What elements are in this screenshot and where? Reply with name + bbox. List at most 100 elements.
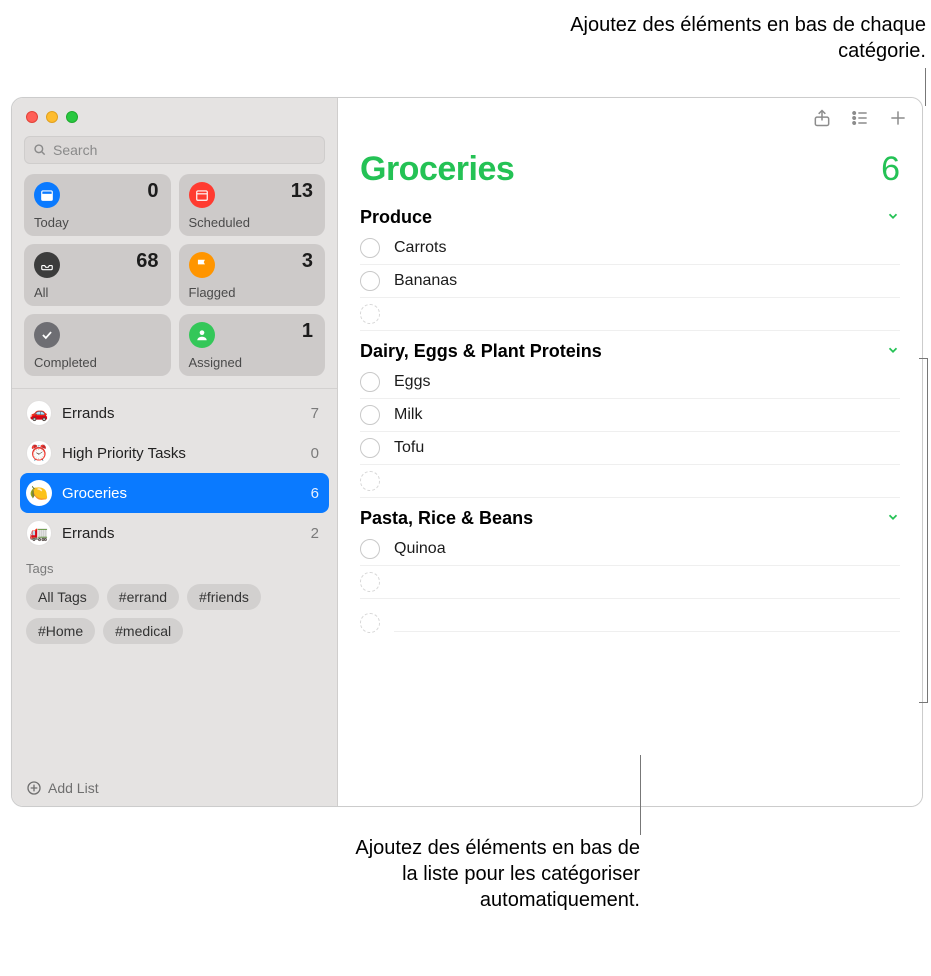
smart-label: Flagged bbox=[189, 285, 236, 300]
list-name: Errands bbox=[62, 525, 115, 542]
reminder-title: Carrots bbox=[394, 239, 900, 257]
add-item-in-section[interactable] bbox=[360, 298, 900, 331]
list-icon: 🍋 bbox=[26, 480, 52, 506]
reminder-item[interactable]: Carrots bbox=[360, 232, 900, 265]
reminder-item[interactable]: Quinoa bbox=[360, 533, 900, 566]
main-panel: Groceries 6 Produce Carrots Bananas bbox=[338, 98, 922, 806]
smart-label: Assigned bbox=[189, 355, 242, 370]
list-count: 7 bbox=[311, 405, 319, 422]
placeholder-input[interactable] bbox=[394, 305, 900, 323]
placeholder-circle-icon bbox=[360, 572, 380, 592]
complete-toggle[interactable] bbox=[360, 238, 380, 258]
section-title: Dairy, Eggs & Plant Proteins bbox=[360, 341, 602, 362]
tags-section: Tags All Tags #errand #friends #Home #me… bbox=[12, 553, 337, 644]
smart-list-scheduled[interactable]: 13 Scheduled bbox=[179, 174, 326, 236]
list-header: Groceries 6 bbox=[338, 138, 922, 197]
add-item-bottom[interactable] bbox=[338, 599, 922, 647]
callout-connector bbox=[925, 68, 926, 106]
toolbar bbox=[338, 98, 922, 138]
list-item-errands[interactable]: 🚗 Errands 7 bbox=[12, 393, 337, 433]
search-placeholder: Search bbox=[53, 142, 97, 158]
fullscreen-window-button[interactable] bbox=[66, 111, 78, 123]
checkmark-icon bbox=[34, 322, 60, 348]
list-icon: 🚛 bbox=[26, 520, 52, 546]
list-count: 0 bbox=[311, 445, 319, 462]
list-title: Groceries bbox=[360, 150, 514, 189]
smart-list-all[interactable]: 68 All bbox=[24, 244, 171, 306]
complete-toggle[interactable] bbox=[360, 438, 380, 458]
new-reminder-button[interactable] bbox=[888, 108, 908, 128]
chevron-down-icon bbox=[886, 341, 900, 362]
tags-list: All Tags #errand #friends #Home #medical bbox=[26, 584, 323, 644]
list-total-count: 6 bbox=[881, 150, 900, 189]
calendar-icon bbox=[189, 182, 215, 208]
reminder-title: Tofu bbox=[394, 439, 900, 457]
placeholder-circle-icon bbox=[360, 613, 380, 633]
view-options-button[interactable] bbox=[850, 108, 870, 128]
complete-toggle[interactable] bbox=[360, 405, 380, 425]
tag-all[interactable]: All Tags bbox=[26, 584, 99, 610]
search-icon bbox=[33, 143, 47, 157]
section-header[interactable]: Pasta, Rice & Beans bbox=[360, 498, 900, 533]
smart-lists-grid: 0 Today 13 Scheduled 68 All bbox=[12, 174, 337, 376]
add-item-in-section[interactable] bbox=[360, 465, 900, 498]
list-item-errands-2[interactable]: 🚛 Errands 2 bbox=[12, 513, 337, 553]
chevron-down-icon bbox=[886, 207, 900, 228]
minimize-window-button[interactable] bbox=[46, 111, 58, 123]
sidebar: Search 0 Today 13 Scheduled bbox=[12, 98, 338, 806]
reminder-item[interactable]: Eggs bbox=[360, 366, 900, 399]
smart-label: Today bbox=[34, 215, 69, 230]
share-button[interactable] bbox=[812, 108, 832, 128]
tray-icon bbox=[34, 252, 60, 278]
tag-friends[interactable]: #friends bbox=[187, 584, 261, 610]
smart-label: Scheduled bbox=[189, 215, 250, 230]
tag-home[interactable]: #Home bbox=[26, 618, 95, 644]
calendar-today-icon bbox=[34, 182, 60, 208]
reminder-item[interactable]: Bananas bbox=[360, 265, 900, 298]
list-item-high-priority[interactable]: ⏰ High Priority Tasks 0 bbox=[12, 433, 337, 473]
smart-list-assigned[interactable]: 1 Assigned bbox=[179, 314, 326, 376]
search-input[interactable]: Search bbox=[24, 136, 325, 164]
add-list-label: Add List bbox=[48, 780, 99, 796]
close-window-button[interactable] bbox=[26, 111, 38, 123]
search-container: Search bbox=[12, 136, 337, 174]
list-count: 2 bbox=[311, 525, 319, 542]
reminder-title: Bananas bbox=[394, 272, 900, 290]
list-name: Groceries bbox=[62, 485, 127, 502]
smart-count: 1 bbox=[302, 320, 313, 343]
add-list-button[interactable]: Add List bbox=[12, 770, 337, 806]
smart-list-completed[interactable]: Completed bbox=[24, 314, 171, 376]
reminder-title: Milk bbox=[394, 406, 900, 424]
list-bullets-icon bbox=[850, 108, 870, 128]
callout-add-at-bottom: Ajoutez des éléments en bas de la liste … bbox=[340, 835, 640, 913]
section-produce: Produce Carrots Bananas bbox=[338, 197, 922, 331]
complete-toggle[interactable] bbox=[360, 539, 380, 559]
my-lists: 🚗 Errands 7 ⏰ High Priority Tasks 0 🍋 Gr… bbox=[12, 388, 337, 770]
tags-heading: Tags bbox=[26, 561, 323, 576]
section-pasta: Pasta, Rice & Beans Quinoa bbox=[338, 498, 922, 599]
smart-count: 3 bbox=[302, 250, 313, 273]
section-header[interactable]: Produce bbox=[360, 197, 900, 232]
smart-list-flagged[interactable]: 3 Flagged bbox=[179, 244, 326, 306]
complete-toggle[interactable] bbox=[360, 271, 380, 291]
list-item-groceries[interactable]: 🍋 Groceries 6 bbox=[20, 473, 329, 513]
smart-label: Completed bbox=[34, 355, 97, 370]
placeholder-circle-icon bbox=[360, 304, 380, 324]
reminder-item[interactable]: Milk bbox=[360, 399, 900, 432]
plus-icon bbox=[888, 108, 908, 128]
reminder-item[interactable]: Tofu bbox=[360, 432, 900, 465]
complete-toggle[interactable] bbox=[360, 372, 380, 392]
person-icon bbox=[189, 322, 215, 348]
list-icon: ⏰ bbox=[26, 440, 52, 466]
callout-add-in-category: Ajoutez des éléments en bas de chaque ca… bbox=[566, 12, 926, 64]
tag-errand[interactable]: #errand bbox=[107, 584, 179, 610]
tag-medical[interactable]: #medical bbox=[103, 618, 183, 644]
add-item-in-section[interactable] bbox=[360, 566, 900, 599]
placeholder-input[interactable] bbox=[394, 573, 900, 591]
placeholder-input[interactable] bbox=[394, 614, 900, 632]
placeholder-input[interactable] bbox=[394, 472, 900, 490]
callout-bracket bbox=[920, 358, 928, 703]
section-header[interactable]: Dairy, Eggs & Plant Proteins bbox=[360, 331, 900, 366]
smart-list-today[interactable]: 0 Today bbox=[24, 174, 171, 236]
smart-count: 0 bbox=[147, 180, 158, 203]
